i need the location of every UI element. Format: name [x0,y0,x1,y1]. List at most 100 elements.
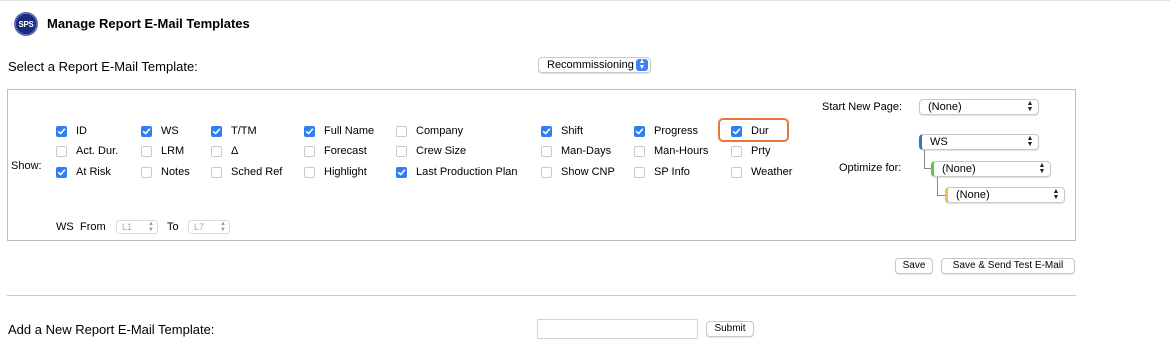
show-option-last-production-plan[interactable]: Last Production Plan [396,165,518,179]
show-id-label: ID [76,125,87,137]
show-id-checkbox[interactable] [56,125,67,137]
show-option-id[interactable]: ID [56,124,87,138]
show-option-man-days[interactable]: Man-Days [541,144,611,158]
page-title: Manage Report E-Mail Templates [47,16,250,31]
show-man-days-checkbox[interactable] [541,145,552,157]
show-full-name-checkbox[interactable] [304,125,315,137]
show-last-production-plan-checkbox[interactable] [396,166,407,178]
show-at-risk-checkbox[interactable] [56,166,67,178]
show-option-shift[interactable]: Shift [541,124,583,138]
save-button[interactable]: Save [895,258,933,274]
chevron-updown-icon: ▲ ▼ [636,58,648,71]
template-select-value: Recommissioning [547,59,634,71]
ws-to-value: L7 [194,222,205,232]
ws-to-label: To [167,221,179,233]
show-option-forecast[interactable]: Forecast [304,144,367,158]
show-forecast-label: Forecast [324,145,367,157]
show-weather-checkbox[interactable] [731,166,742,178]
show-option-full-name[interactable]: Full Name [304,124,374,138]
optimize-level3-select[interactable]: (None) ▲ ▼ [945,187,1065,203]
show-weather-label: Weather [751,166,793,178]
show-option-act-dur[interactable]: Act. Dur. [56,144,118,158]
show-ws-label: WS [161,125,179,137]
ws-from-select[interactable]: L1 ▲ ▼ [116,220,158,234]
show-ws-checkbox[interactable] [141,125,152,137]
show-company-label: Company [416,125,464,137]
chevron-updown-icon: ▲ ▼ [1038,162,1046,175]
show-show-cnp-checkbox[interactable] [541,166,552,178]
show-full-name-label: Full Name [324,125,375,137]
show-prty-checkbox[interactable] [731,145,742,157]
show-crew-size-checkbox[interactable] [396,145,407,157]
show-act-dur-checkbox[interactable] [56,145,67,157]
template-select[interactable]: Recommissioning ▲ ▼ [538,57,651,73]
show-forecast-checkbox[interactable] [304,145,315,157]
show-highlight-checkbox[interactable] [304,166,315,178]
optimize-level1-value: WS [930,136,948,148]
show-notes-checkbox[interactable] [141,166,152,178]
show-shift-label: Shift [561,125,584,137]
show-sched-ref-checkbox[interactable] [211,166,222,178]
show-at-risk-label: At Risk [76,166,111,178]
section-divider [7,295,1076,296]
show-option-at-risk[interactable]: At Risk [56,165,111,179]
show-sp-info-checkbox[interactable] [634,166,645,178]
optimize-level3-value: (None) [956,189,990,201]
submit-button[interactable]: Submit [706,321,754,337]
ws-range-label: WS [56,221,74,233]
show-option-show-cnp[interactable]: Show CNP [541,165,615,179]
show-notes-label: Notes [161,166,190,178]
chevron-updown-icon: ▲ ▼ [1052,188,1060,201]
show-lrm-checkbox[interactable] [141,145,152,157]
optimize-level2-select[interactable]: (None) ▲ ▼ [931,161,1051,177]
show-option-ws[interactable]: WS [141,124,179,138]
save-send-test-email-button[interactable]: Save & Send Test E-Mail [941,258,1075,274]
chevron-updown-icon: ▲ ▼ [1026,135,1034,148]
show-option-t-tm[interactable]: T/TM [211,124,257,138]
show-highlight-label: Highlight [324,166,367,178]
show-shift-checkbox[interactable] [541,125,552,137]
show-option-company[interactable]: Company [396,124,463,138]
tree-connector [937,177,938,195]
ws-to-select[interactable]: L7 ▲ ▼ [188,220,230,234]
tree-connector [937,195,945,196]
show-man-hours-label: Man-Hours [654,145,709,157]
show-option-crew-size[interactable]: Crew Size [396,144,466,158]
add-template-label: Add a New Report E-Mail Template: [8,322,215,337]
show-man-hours-checkbox[interactable] [634,145,645,157]
show-option-man-hours[interactable]: Man-Hours [634,144,708,158]
template-select-label: Select a Report E-Mail Template: [8,59,198,74]
show-option-sched-ref[interactable]: Sched Ref [211,165,282,179]
ws-from-value: L1 [122,222,133,232]
show-lrm-label: LRM [161,145,185,157]
show-show-cnp-label: Show CNP [561,166,615,178]
show-option-sp-info[interactable]: SP Info [634,165,690,179]
start-new-page-label: Start New Page: [822,101,903,113]
show-t-tm-label: T/TM [231,125,257,137]
show-option-highlight[interactable]: Highlight [304,165,367,179]
optimize-level2-value: (None) [942,163,976,175]
show-option-lrm[interactable]: LRM [141,144,184,158]
optimize-for-label: Optimize for: [839,162,902,174]
show-option-delta[interactable]: Δ [211,144,238,158]
dur-highlight-box [718,118,789,142]
new-template-name-input[interactable] [537,319,698,339]
start-new-page-select[interactable]: (None) ▲ ▼ [919,99,1039,115]
top-border [0,0,1170,1]
show-company-checkbox[interactable] [396,125,407,137]
show-t-tm-checkbox[interactable] [211,125,222,137]
show-label: Show: [11,160,42,172]
show-delta-label: Δ [231,145,239,157]
show-progress-label: Progress [654,125,699,137]
show-option-notes[interactable]: Notes [141,165,190,179]
show-progress-checkbox[interactable] [634,125,645,137]
chevron-updown-icon: ▲ ▼ [220,221,226,233]
optimize-level1-select[interactable]: WS ▲ ▼ [919,134,1039,150]
sps-logo: SPS [14,12,38,36]
show-crew-size-label: Crew Size [416,145,467,157]
show-option-progress[interactable]: Progress [634,124,698,138]
show-option-prty[interactable]: Prty [731,144,771,158]
start-new-page-value: (None) [928,101,962,113]
show-delta-checkbox[interactable] [211,145,222,157]
show-option-weather[interactable]: Weather [731,165,792,179]
